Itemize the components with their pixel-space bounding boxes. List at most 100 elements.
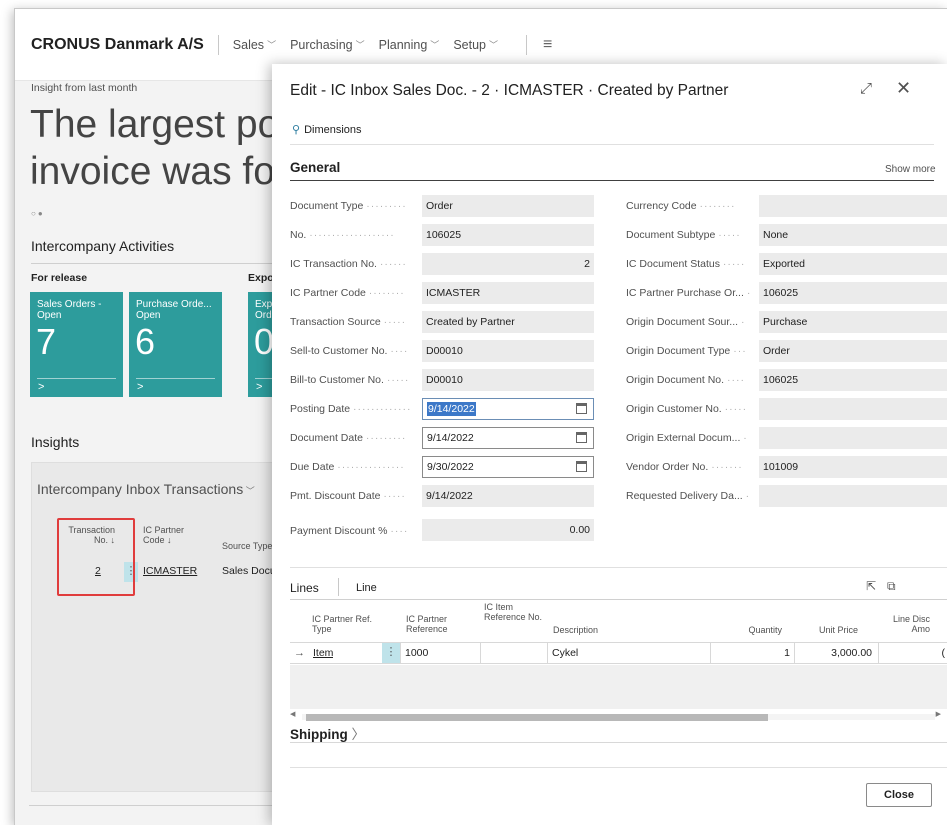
dot-leader: ····· [724,403,748,415]
calendar-icon[interactable] [576,403,587,414]
origin-document-no-value: 106025 [759,369,947,391]
insight-line-1: The largest pos [30,103,299,146]
bill-to-customer-no-value: D00010 [422,369,594,391]
dot-leader: ······ [379,258,407,270]
description-cell[interactable]: Cykel [547,643,710,663]
origin-customer-no-value [759,398,947,420]
col-header-unit-price[interactable]: Unit Price [794,625,858,635]
field-label: Due Date ··············· [290,461,420,473]
dot-leader: ···· [390,345,409,357]
general-section-title[interactable]: General [290,160,340,175]
field-label: IC Transaction No. ······ [290,258,420,270]
posting-date-input[interactable]: 9/14/2022 [422,398,594,420]
label-text: Requested Delivery Da... [626,490,743,502]
dimensions-action[interactable]: ⚲ Dimensions [292,123,362,137]
field-label: Vendor Order No. ······· [626,461,758,473]
col-header-quantity[interactable]: Quantity [718,625,782,635]
dot-leader: ········ [368,287,405,299]
tile-purchase-orders-open[interactable]: Purchase Orde... Open 6 > [129,292,222,397]
col-header-ref-type[interactable]: IC Partner Ref. Type [312,614,382,634]
nav-purchasing[interactable]: Purchasing ﹀ [290,38,365,52]
focus-mode-icon[interactable]: ⧉ [887,579,896,594]
nav-sales[interactable]: Sales ﹀ [233,38,276,52]
divider [338,578,339,596]
horizontal-scrollbar[interactable]: ◀ ▶ [290,711,947,721]
shipping-section-title[interactable]: Shipping 〉 [290,723,365,743]
scroll-thumb[interactable] [306,714,768,721]
col-header-source-type[interactable]: Source Type [222,541,272,551]
label-text: No. [290,229,307,241]
calendar-icon[interactable] [576,432,587,443]
vendor-order-no-value: 101009 [759,456,947,478]
chevron-right-icon: 〉 [347,727,366,742]
chevron-right-icon: > [137,381,144,393]
row-actions-icon[interactable]: ⋮ [382,643,400,663]
posting-date-selected-text: 9/14/2022 [427,402,476,416]
line-menu-tab[interactable]: Line [356,582,377,594]
tile-value: 7 [36,321,57,362]
col-header-description[interactable]: Description [553,625,598,635]
ic-inbox-panel [31,462,291,792]
line-discount-cell[interactable]: ( [878,643,947,663]
dot-leader: · [743,432,748,444]
calendar-icon[interactable] [576,461,587,472]
nav-setup[interactable]: Setup ﹀ [453,38,498,52]
reference-cell[interactable]: 1000 [400,643,480,663]
quantity-cell[interactable]: 1 [710,643,794,663]
ic-partner-code-value[interactable]: ICMASTER [143,565,197,577]
field-label: Document Date ········· [290,432,420,444]
payment-discount-pct-value: 0.00 [422,519,594,541]
col-header-reference[interactable]: IC Partner Reference [406,614,476,634]
close-icon[interactable]: ✕ [896,78,911,99]
scroll-right-icon[interactable]: ▶ [936,710,941,718]
highlight-box [57,518,135,596]
col-header-ic-partner-code[interactable]: IC Partner Code ↓ [143,525,203,545]
label-text: Origin Document No. [626,374,725,386]
expand-icon[interactable]: ⤢ [860,80,872,97]
label-text: IC Partner Code [290,287,366,299]
label-text: Sell-to Customer No. [290,345,388,357]
field-label: IC Partner Code ········ [290,287,420,299]
due-date-text: 9/30/2022 [427,461,474,473]
origin-external-document-value [759,427,947,449]
chevron-down-icon: ﹀ [430,40,440,50]
close-button[interactable]: Close [866,783,932,807]
field-label: Origin Document No. ···· [626,374,758,386]
table-row[interactable]: → Item ⋮ 1000 Cykel 1 3,000.00 ( [290,642,947,664]
ic-transaction-no-value: 2 [422,253,594,275]
chevron-down-icon: ﹀ [355,40,365,50]
divider [37,378,116,379]
dot-leader: ····· [722,258,746,270]
document-subtype-value: None [759,224,947,246]
share-icon[interactable]: ⇱ [866,579,876,593]
field-label: Origin External Docum... · [626,432,758,444]
tile-sales-orders-open[interactable]: Sales Orders - Open 7 > [30,292,123,397]
dot-leader: ········· [366,200,407,212]
item-reference-cell[interactable] [480,643,547,663]
unit-price-cell[interactable]: 3,000.00 [794,643,878,663]
ic-document-status-value: Exported [759,253,947,275]
label-text: IC Partner Purchase Or... [626,287,744,299]
document-date-input[interactable]: 9/14/2022 [422,427,594,449]
chevron-right-icon: > [256,381,263,393]
ic-inbox-panel-title[interactable]: Intercompany Inbox Transactions ﹀ [37,481,255,497]
ref-type-link[interactable]: Item [313,643,333,663]
dot-leader: ··················· [309,229,395,241]
col-header-item-reference[interactable]: IC Item Reference No. [484,602,544,622]
tile-value: 6 [135,321,156,362]
label-text: Origin External Docum... [626,432,741,444]
company-name[interactable]: CRONUS Danmark A/S [31,36,204,54]
carousel-dots[interactable]: ○● [31,209,45,218]
nav-planning-label: Planning [378,37,428,52]
dot-leader: · [746,287,752,299]
due-date-input[interactable]: 9/30/2022 [422,456,594,478]
field-label: Posting Date ············· [290,403,420,415]
currency-code-value [759,195,947,217]
field-label: Requested Delivery Da... · [626,490,758,502]
show-more-link[interactable]: Show more [885,164,936,175]
nav-planning[interactable]: Planning ﹀ [379,38,440,52]
scroll-left-icon[interactable]: ◀ [290,710,295,718]
hamburger-menu-icon[interactable]: ≡ [543,36,552,54]
lines-section-title: Lines [290,581,319,595]
col-header-line-discount[interactable]: Line Disc Amo [878,614,930,634]
